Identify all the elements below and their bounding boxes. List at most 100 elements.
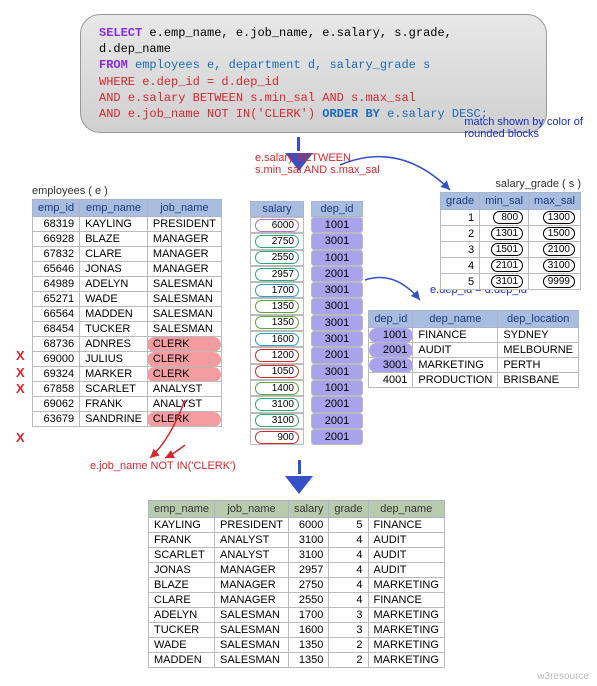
note-between: e.salary BETWEEN s.min_sal AND s.max_sal <box>255 152 380 176</box>
res-grade: 5 <box>329 518 368 533</box>
table-row: 68736 ADNRES CLERK <box>33 337 222 352</box>
emp-h-name: emp_name <box>80 200 148 217</box>
depid-cell: 3001 <box>311 315 363 331</box>
arrow-stem-2 <box>298 460 301 474</box>
res-dep: MARKETING <box>368 653 444 668</box>
result-wrap: emp_name job_name salary grade dep_name … <box>148 500 445 668</box>
kw-where: WHERE <box>99 75 135 89</box>
salary-value: 1400 <box>255 382 299 395</box>
res-name: TUCKER <box>149 623 215 638</box>
sg-max: 1300 <box>529 210 581 226</box>
dep-loc: BRISBANE <box>498 373 579 388</box>
table-row: 2 1301 1500 <box>440 226 580 242</box>
department-table: dep_id dep_name dep_location 1001 FINANC… <box>368 310 579 388</box>
salary-cell: 3100 <box>250 396 304 412</box>
salary-cell: 1350 <box>250 315 304 331</box>
sg-grade: 5 <box>440 274 479 290</box>
salary-cell: 2957 <box>250 266 304 282</box>
depid-column: dep_id 100130011001200130013001300130012… <box>311 201 363 445</box>
salary-value: 1200 <box>255 349 299 362</box>
dep-name: MARKETING <box>413 358 498 373</box>
department-wrap: dep_id dep_name dep_location 1001 FINANC… <box>368 310 579 388</box>
table-row: 66928 BLAZE MANAGER <box>33 232 222 247</box>
salary-value: 3100 <box>255 398 299 411</box>
table-row: 4001 PRODUCTION BRISBANE <box>369 373 579 388</box>
depid-cell: 2001 <box>311 396 363 412</box>
sg-min: 1301 <box>480 226 529 242</box>
emp-h-job: job_name <box>147 200 221 217</box>
depid-col-head: dep_id <box>311 201 363 217</box>
sql-tables: employees e, department d, salary_grade … <box>135 58 430 72</box>
res-dep: MARKETING <box>368 578 444 593</box>
arrow-stem-1 <box>297 137 300 151</box>
emp-name: SCARLET <box>80 382 148 397</box>
sg-title: salary_grade ( s ) <box>440 178 581 190</box>
table-row: ADELYN SALESMAN 1700 3 MARKETING <box>149 608 445 623</box>
table-row: 69000 JULIUS CLERK <box>33 352 222 367</box>
salary-column: salary 600027502550295717001350135016001… <box>250 201 304 445</box>
table-row: WADE SALESMAN 1350 2 MARKETING <box>149 638 445 653</box>
sg-min: 2101 <box>480 258 529 274</box>
emp-id: 67832 <box>33 247 80 262</box>
dep-id: 1001 <box>369 328 413 343</box>
emp-job: MANAGER <box>147 262 221 277</box>
kw-select: SELECT <box>99 26 142 40</box>
salary-cell: 1050 <box>250 364 304 380</box>
emp-id: 67858 <box>33 382 80 397</box>
watermark: w3resource <box>537 671 589 682</box>
res-h-3: grade <box>329 501 368 518</box>
emp-name: ADNRES <box>80 337 148 352</box>
res-sal: 2957 <box>289 563 329 578</box>
sg-grade: 2 <box>440 226 479 242</box>
emp-job: SALESMAN <box>147 292 221 307</box>
salary-col-head: salary <box>250 201 304 217</box>
res-grade: 3 <box>329 623 368 638</box>
dep-loc: SYDNEY <box>498 328 579 343</box>
employees-table: emp_id emp_name job_name 68319 KAYLING P… <box>32 199 222 427</box>
emp-name: JULIUS <box>80 352 148 367</box>
table-row: 1 800 1300 <box>440 210 580 226</box>
res-dep: FINANCE <box>368 593 444 608</box>
res-dep: AUDIT <box>368 563 444 578</box>
note-notin: e.job_name NOT IN('CLERK') <box>90 460 236 472</box>
x-mark: X <box>16 348 25 363</box>
salary-grade-table: grade min_sal max_sal 1 800 13002 1301 1… <box>440 192 581 290</box>
salary-cell: 6000 <box>250 217 304 233</box>
emp-name: FRANK <box>80 397 148 412</box>
emp-job: CLERK <box>147 412 221 427</box>
res-job: PRESIDENT <box>215 518 289 533</box>
table-row: MADDEN SALESMAN 1350 2 MARKETING <box>149 653 445 668</box>
res-grade: 4 <box>329 578 368 593</box>
emp-job: CLERK <box>147 352 221 367</box>
res-grade: 4 <box>329 593 368 608</box>
kw-orderby: ORDER BY <box>322 107 380 121</box>
sg-h-grade: grade <box>440 193 479 210</box>
dep-name: AUDIT <box>413 343 498 358</box>
depid-cell: 1001 <box>311 217 363 233</box>
dep-h-name: dep_name <box>413 311 498 328</box>
res-sal: 3100 <box>289 548 329 563</box>
salary-cell: 1700 <box>250 282 304 298</box>
sg-grade: 4 <box>440 258 479 274</box>
salary-value: 1050 <box>255 365 299 378</box>
emp-name: ADELYN <box>80 277 148 292</box>
res-job: ANALYST <box>215 548 289 563</box>
res-h-1: job_name <box>215 501 289 518</box>
salary-grade-wrap: salary_grade ( s ) grade min_sal max_sal… <box>440 178 581 290</box>
emp-job: CLERK <box>147 367 221 382</box>
salary-cell: 1400 <box>250 380 304 396</box>
emp-id: 63679 <box>33 412 80 427</box>
table-row: 69062 FRANK ANALYST <box>33 397 222 412</box>
depid-cell: 3001 <box>311 282 363 298</box>
emp-name: MARKER <box>80 367 148 382</box>
sg-max: 2100 <box>529 242 581 258</box>
res-sal: 2550 <box>289 593 329 608</box>
emp-job: MANAGER <box>147 232 221 247</box>
res-name: MADDEN <box>149 653 215 668</box>
res-grade: 2 <box>329 638 368 653</box>
table-row: 5 3101 9999 <box>440 274 580 290</box>
depid-cell: 3001 <box>311 298 363 314</box>
table-row: KAYLING PRESIDENT 6000 5 FINANCE <box>149 518 445 533</box>
sg-max: 1500 <box>529 226 581 242</box>
emp-title: employees ( e ) <box>32 185 222 197</box>
